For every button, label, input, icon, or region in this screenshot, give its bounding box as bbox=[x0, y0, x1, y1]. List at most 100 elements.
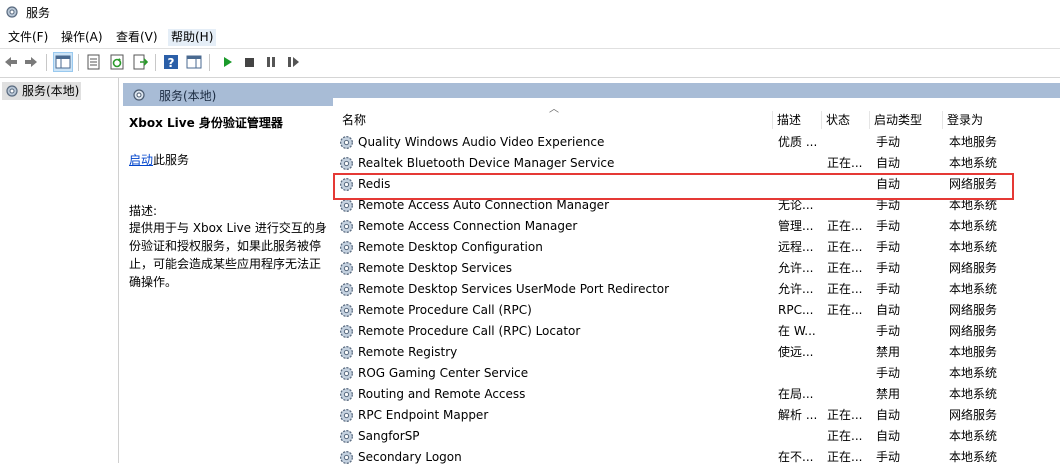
column-header-logon-as[interactable]: 登录为 bbox=[943, 111, 1005, 129]
restart-icon[interactable] bbox=[284, 53, 302, 71]
menu-action[interactable]: 操作(A) bbox=[58, 29, 106, 46]
column-header-status[interactable]: 状态 bbox=[822, 111, 870, 129]
service-status bbox=[827, 132, 871, 153]
service-name: Quality Windows Audio Video Experience bbox=[358, 135, 605, 149]
service-gear-icon bbox=[340, 220, 353, 233]
service-logon-as: 本地系统 bbox=[949, 387, 998, 401]
toolbar-separator bbox=[46, 54, 47, 71]
service-name: Secondary Logon bbox=[358, 450, 462, 464]
column-header-description[interactable]: 描述 bbox=[773, 111, 822, 129]
service-description bbox=[778, 153, 822, 174]
toolbar-separator bbox=[78, 54, 79, 71]
service-description: 优质 ... bbox=[778, 135, 818, 149]
service-logon-as: 网络服务 bbox=[949, 408, 998, 422]
service-startup-type: 手动 bbox=[876, 324, 901, 338]
start-service-line: 启动此服务 bbox=[129, 151, 189, 168]
tree-item-services-local[interactable]: 服务(本地) bbox=[2, 82, 82, 100]
service-startup-type: 手动 bbox=[876, 135, 901, 149]
service-description: 在局... bbox=[778, 387, 814, 401]
service-gear-icon bbox=[340, 304, 353, 317]
service-row[interactable]: Remote Desktop Services UserMode Port Re… bbox=[333, 279, 1060, 300]
start-service-suffix: 此服务 bbox=[153, 153, 190, 167]
description-text: 提供用于与 Xbox Live 进行交互的身份验证和授权服务，如果此服务被停止，… bbox=[129, 221, 327, 289]
service-row[interactable]: Remote Desktop Configuration 远程... 正在... 手动… bbox=[333, 237, 1060, 258]
service-name: Remote Desktop Configuration bbox=[358, 240, 543, 254]
service-status: 正在... bbox=[827, 303, 863, 317]
title-bar: 服务 bbox=[0, 0, 1060, 26]
service-logon-as: 本地系统 bbox=[949, 156, 998, 170]
service-name: Remote Registry bbox=[358, 345, 458, 359]
service-row[interactable]: Quality Windows Audio Video Experience 优质… bbox=[333, 132, 1060, 153]
service-row[interactable]: Secondary Logon 在不... 正在... 手动 本地系统 bbox=[333, 447, 1060, 468]
show-pane-icon[interactable] bbox=[185, 53, 203, 71]
service-name: Remote Desktop Services UserMode Port Re… bbox=[358, 282, 670, 296]
service-row[interactable]: SangforSP 正在... 自动 本地系统 bbox=[333, 426, 1060, 447]
description-label: 描述: bbox=[129, 204, 158, 218]
tree-item-label: 服务(本地) bbox=[22, 84, 80, 98]
service-gear-icon bbox=[340, 262, 353, 275]
stop-icon[interactable] bbox=[240, 53, 258, 71]
service-startup-type: 手动 bbox=[876, 261, 901, 275]
service-gear-icon bbox=[340, 283, 353, 296]
service-status: 正在... bbox=[827, 219, 863, 233]
service-name: RPC Endpoint Mapper bbox=[358, 408, 489, 422]
service-description: 使远... bbox=[778, 345, 814, 359]
service-logon-as: 本地服务 bbox=[949, 135, 998, 149]
service-row[interactable]: Remote Registry 使远... 禁用 本地服务 bbox=[333, 342, 1060, 363]
back-arrow-icon[interactable] bbox=[2, 53, 20, 71]
service-gear-icon bbox=[340, 241, 353, 254]
service-startup-type: 禁用 bbox=[876, 387, 901, 401]
service-description: 在 W... bbox=[778, 324, 816, 338]
service-row[interactable]: Remote Desktop Services 允许... 正在... 手动 网络服务 bbox=[333, 258, 1060, 279]
export-list-icon[interactable] bbox=[131, 53, 149, 71]
service-startup-type: 手动 bbox=[876, 282, 901, 296]
menu-view[interactable]: 查看(V) bbox=[113, 29, 161, 46]
service-startup-type: 手动 bbox=[876, 240, 901, 254]
start-service-link[interactable]: 启动 bbox=[129, 153, 153, 167]
service-startup-type: 手动 bbox=[876, 366, 901, 380]
service-name: ROG Gaming Center Service bbox=[358, 366, 529, 380]
menu-file[interactable]: 文件(F) bbox=[5, 29, 51, 46]
service-logon-as: 本地系统 bbox=[949, 219, 998, 233]
services-list: ︿ 名称 描述 状态 启动类型 登录为 Quality Windows Audi… bbox=[333, 98, 1060, 464]
service-row[interactable]: Remote Procedure Call (RPC) RPC... 正在... 自动… bbox=[333, 300, 1060, 321]
menu-help[interactable]: 帮助(H) bbox=[168, 29, 217, 46]
column-header-name[interactable]: 名称 bbox=[338, 111, 773, 129]
service-row[interactable]: RPC Endpoint Mapper 解析 ... 正在... 自动 网络服务 bbox=[333, 405, 1060, 426]
service-row[interactable]: Remote Procedure Call (RPC) Locator 在 W..… bbox=[333, 321, 1060, 342]
service-row[interactable]: ROG Gaming Center Service 手动 本地系统 bbox=[333, 363, 1060, 384]
refresh-icon[interactable] bbox=[108, 53, 126, 71]
pane-header-title: 服务(本地) bbox=[159, 89, 217, 103]
service-description bbox=[778, 363, 822, 384]
pause-icon[interactable] bbox=[262, 53, 280, 71]
service-startup-type: 自动 bbox=[876, 303, 901, 317]
service-description: 允许... bbox=[778, 282, 814, 296]
service-startup-type: 自动 bbox=[876, 408, 901, 422]
service-description: RPC... bbox=[778, 303, 814, 317]
service-name: Remote Procedure Call (RPC) bbox=[358, 303, 532, 317]
list-header: ︿ 名称 描述 状态 启动类型 登录为 bbox=[333, 98, 1060, 130]
service-status: 正在... bbox=[827, 156, 863, 170]
service-description: 管理... bbox=[778, 219, 814, 233]
service-logon-as: 网络服务 bbox=[949, 303, 998, 317]
service-gear-icon bbox=[340, 388, 353, 401]
properties-icon[interactable] bbox=[85, 53, 103, 71]
menu-bar: 文件(F) 操作(A) 查看(V) 帮助(H) bbox=[0, 26, 1060, 48]
service-row[interactable]: Realtek Bluetooth Device Manager Service… bbox=[333, 153, 1060, 174]
help-icon[interactable]: ? bbox=[162, 53, 180, 71]
forward-arrow-icon[interactable] bbox=[22, 53, 40, 71]
service-row[interactable]: Routing and Remote Access 在局... 禁用 本地系统 bbox=[333, 384, 1060, 405]
console-tree-icon[interactable] bbox=[53, 52, 73, 72]
service-logon-as: 本地系统 bbox=[949, 366, 998, 380]
service-logon-as: 本地系统 bbox=[949, 282, 998, 296]
service-row[interactable]: Remote Access Connection Manager 管理... 正在.… bbox=[333, 216, 1060, 237]
service-description: 解析 ... bbox=[778, 408, 818, 422]
service-gear-icon bbox=[340, 409, 353, 422]
start-icon[interactable] bbox=[218, 53, 236, 71]
service-startup-type: 手动 bbox=[876, 450, 901, 464]
column-header-startup-type[interactable]: 启动类型 bbox=[870, 111, 943, 129]
service-description bbox=[778, 426, 822, 447]
window-title: 服务 bbox=[26, 6, 51, 20]
service-logon-as: 本地服务 bbox=[949, 345, 998, 359]
service-status: 正在... bbox=[827, 408, 863, 422]
